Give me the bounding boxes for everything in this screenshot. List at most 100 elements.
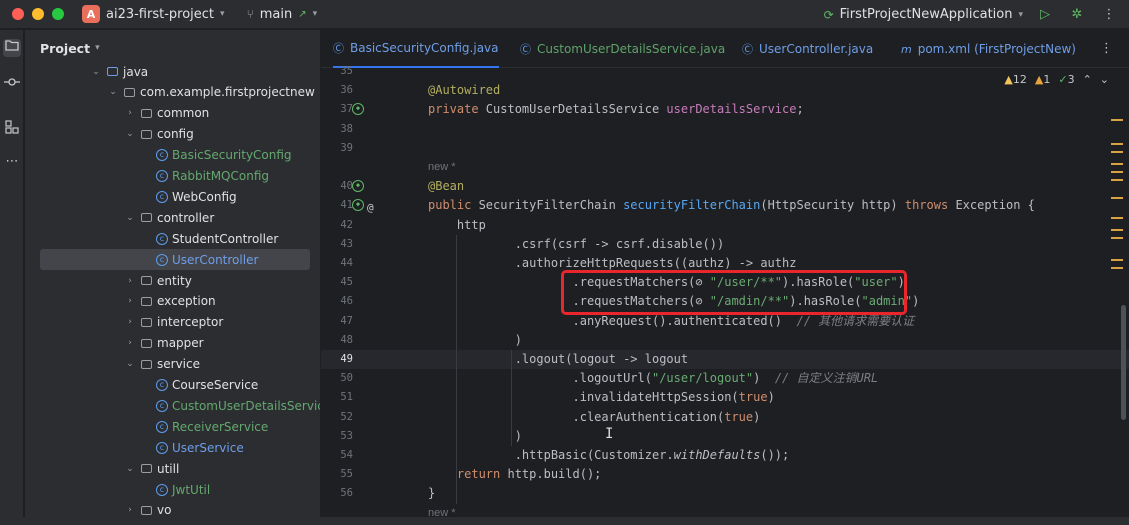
code-line[interactable]: 53 ) [321, 427, 1129, 446]
code-line[interactable]: 41 ◆ @ public SecurityFilterChain securityF… [321, 196, 1129, 215]
stripe-mark[interactable] [1111, 151, 1123, 153]
spring-bean-icon[interactable]: ◆ [352, 199, 364, 212]
code-line[interactable]: 54 .httpBasic(Customizer.withDefaults())… [321, 446, 1129, 465]
stripe-mark[interactable] [1111, 171, 1123, 173]
code-line[interactable]: 39 [321, 139, 1129, 158]
stripe-mark[interactable] [1111, 259, 1123, 261]
line-number: 53 [340, 429, 353, 442]
code-line[interactable]: 52 .clearAuthentication(true) [321, 408, 1129, 427]
line-number: 40 [340, 180, 353, 193]
previous-highlight-icon[interactable]: ⌃ [1083, 73, 1092, 86]
tree-item-label: interceptor [157, 315, 224, 330]
tree-item-label: JwtUtil [172, 482, 211, 497]
tree-item[interactable]: ⌄ service [25, 354, 320, 375]
tree-item[interactable]: › entity [25, 270, 320, 291]
chevron-right-icon[interactable]: › [125, 296, 135, 306]
chevron-down-icon[interactable]: ▾ [1018, 10, 1023, 20]
spring-bean-icon[interactable]: ◆ [352, 180, 364, 193]
commit-icon[interactable] [3, 75, 21, 93]
stripe-mark[interactable] [1111, 217, 1123, 219]
tree-item[interactable]: c ReceiverService [25, 416, 320, 437]
stripe-mark[interactable] [1111, 119, 1123, 121]
chevron-right-icon[interactable]: › [125, 276, 135, 286]
spring-bean-icon[interactable]: ◆ [352, 103, 364, 116]
code-line[interactable]: 37 ◆ private CustomUserDetailsService user… [321, 100, 1129, 119]
chevron-down-icon[interactable]: ▾ [220, 9, 225, 19]
code-line[interactable]: 43 .csrf(csrf -> csrf.disable()) [321, 235, 1129, 254]
code-line[interactable]: 40 ◆ @Bean [321, 177, 1129, 196]
stripe-mark[interactable] [1111, 237, 1123, 239]
tree-item[interactable]: c BasicSecurityConfig [25, 145, 320, 166]
code-line[interactable]: new * [321, 158, 1129, 177]
run-icon[interactable]: ▷ [1035, 7, 1055, 22]
tree-item[interactable]: c CustomUserDetailsService [25, 395, 320, 416]
next-highlight-icon[interactable]: ⌄ [1100, 73, 1109, 86]
tree-item[interactable]: c RabbitMQConfig [25, 166, 320, 187]
tree-item[interactable]: › exception [25, 291, 320, 312]
chevron-down-icon[interactable]: ⌄ [125, 129, 135, 139]
chevron-down-icon[interactable]: ▾ [313, 9, 318, 19]
run-configuration-selector[interactable]: FirstProjectNewApplication [840, 7, 1013, 22]
line-number: 42 [340, 218, 353, 231]
tree-item[interactable]: › mapper [25, 333, 320, 354]
chevron-right-icon[interactable]: › [125, 317, 135, 327]
tree-item[interactable]: c UserController [40, 249, 310, 271]
code-vision-hint[interactable]: new * [428, 158, 456, 177]
close-window-button[interactable] [12, 8, 24, 20]
tree-item-label: mapper [157, 336, 204, 351]
code-line[interactable]: 38 [321, 120, 1129, 139]
chevron-down-icon[interactable]: ⌄ [125, 464, 135, 474]
code-line[interactable]: 42 http [321, 216, 1129, 235]
tree-item[interactable]: › interceptor [25, 312, 320, 333]
code-line[interactable]: 49 .logout(logout -> logout [321, 350, 1129, 370]
more-icon[interactable]: ⋮ [1099, 7, 1119, 22]
code-line[interactable]: 50 .logoutUrl("/user/logout") // 自定义注销UR… [321, 369, 1129, 388]
tree-item[interactable]: c StudentController [25, 228, 320, 249]
tree-item[interactable]: c CourseService [25, 375, 320, 396]
vertical-scrollbar[interactable] [1121, 305, 1126, 420]
chevron-right-icon[interactable]: › [125, 505, 135, 515]
structure-icon[interactable] [3, 120, 21, 138]
tree-item[interactable]: ⌄ controller [25, 207, 320, 228]
branch-selector[interactable]: main [260, 7, 292, 22]
stripe-mark[interactable] [1111, 229, 1123, 231]
code-line[interactable]: 51 .invalidateHttpSession(true) [321, 388, 1129, 407]
more-tools-icon[interactable]: ⋯ [3, 153, 21, 171]
line-number: 47 [340, 314, 353, 327]
chevron-down-icon[interactable]: ⌄ [91, 67, 101, 77]
chevron-down-icon[interactable]: ▾ [95, 43, 100, 53]
chevron-down-icon[interactable]: ⌄ [125, 213, 135, 223]
chevron-right-icon[interactable]: › [125, 108, 135, 118]
line-number: 50 [340, 372, 353, 385]
debug-icon[interactable]: ✲ [1067, 7, 1087, 22]
tree-item[interactable]: c UserService [25, 437, 320, 458]
code-line[interactable]: 48 ) [321, 331, 1129, 350]
stripe-mark[interactable] [1111, 179, 1123, 181]
tree-item[interactable]: c WebConfig [25, 186, 320, 207]
tree-item[interactable]: ⌄ config [25, 124, 320, 145]
stripe-mark[interactable] [1111, 197, 1123, 199]
project-panel: Project ▾ ⌄ java ⌄ com.example.firstproject… [25, 30, 320, 525]
code-line[interactable]: 55 return http.build(); [321, 465, 1129, 484]
more-tabs-icon[interactable]: ⋮ [1100, 41, 1113, 56]
chevron-right-icon[interactable]: › [125, 338, 135, 348]
inspection-widget[interactable]: ▲12 ▲1 ✓3 ⌃ ⌄ [1004, 73, 1109, 86]
tree-item[interactable]: ⌄ java [25, 61, 320, 82]
project-selector[interactable]: ai23-first-project [106, 7, 214, 22]
folder-icon[interactable] [3, 39, 21, 57]
code-line[interactable]: 56} [321, 484, 1129, 503]
minimize-window-button[interactable] [32, 8, 44, 20]
tree-item[interactable]: ⌄ com.example.firstprojectnew [25, 82, 320, 103]
chevron-down-icon[interactable]: ⌄ [125, 359, 135, 369]
project-badge-icon[interactable]: A [82, 5, 100, 23]
tree-item[interactable]: › common [25, 103, 320, 124]
zoom-window-button[interactable] [52, 8, 64, 20]
git-branch-icon[interactable]: ⑂ [247, 7, 254, 21]
stripe-mark[interactable] [1111, 163, 1123, 165]
chevron-down-icon[interactable]: ⌄ [108, 87, 118, 97]
code-text: public SecurityFilterChain securityFilte… [428, 198, 1035, 213]
tree-item[interactable]: c JwtUtil [25, 479, 320, 500]
stripe-mark[interactable] [1111, 143, 1123, 145]
stripe-mark[interactable] [1111, 267, 1123, 269]
tree-item[interactable]: ⌄ utill [25, 458, 320, 479]
